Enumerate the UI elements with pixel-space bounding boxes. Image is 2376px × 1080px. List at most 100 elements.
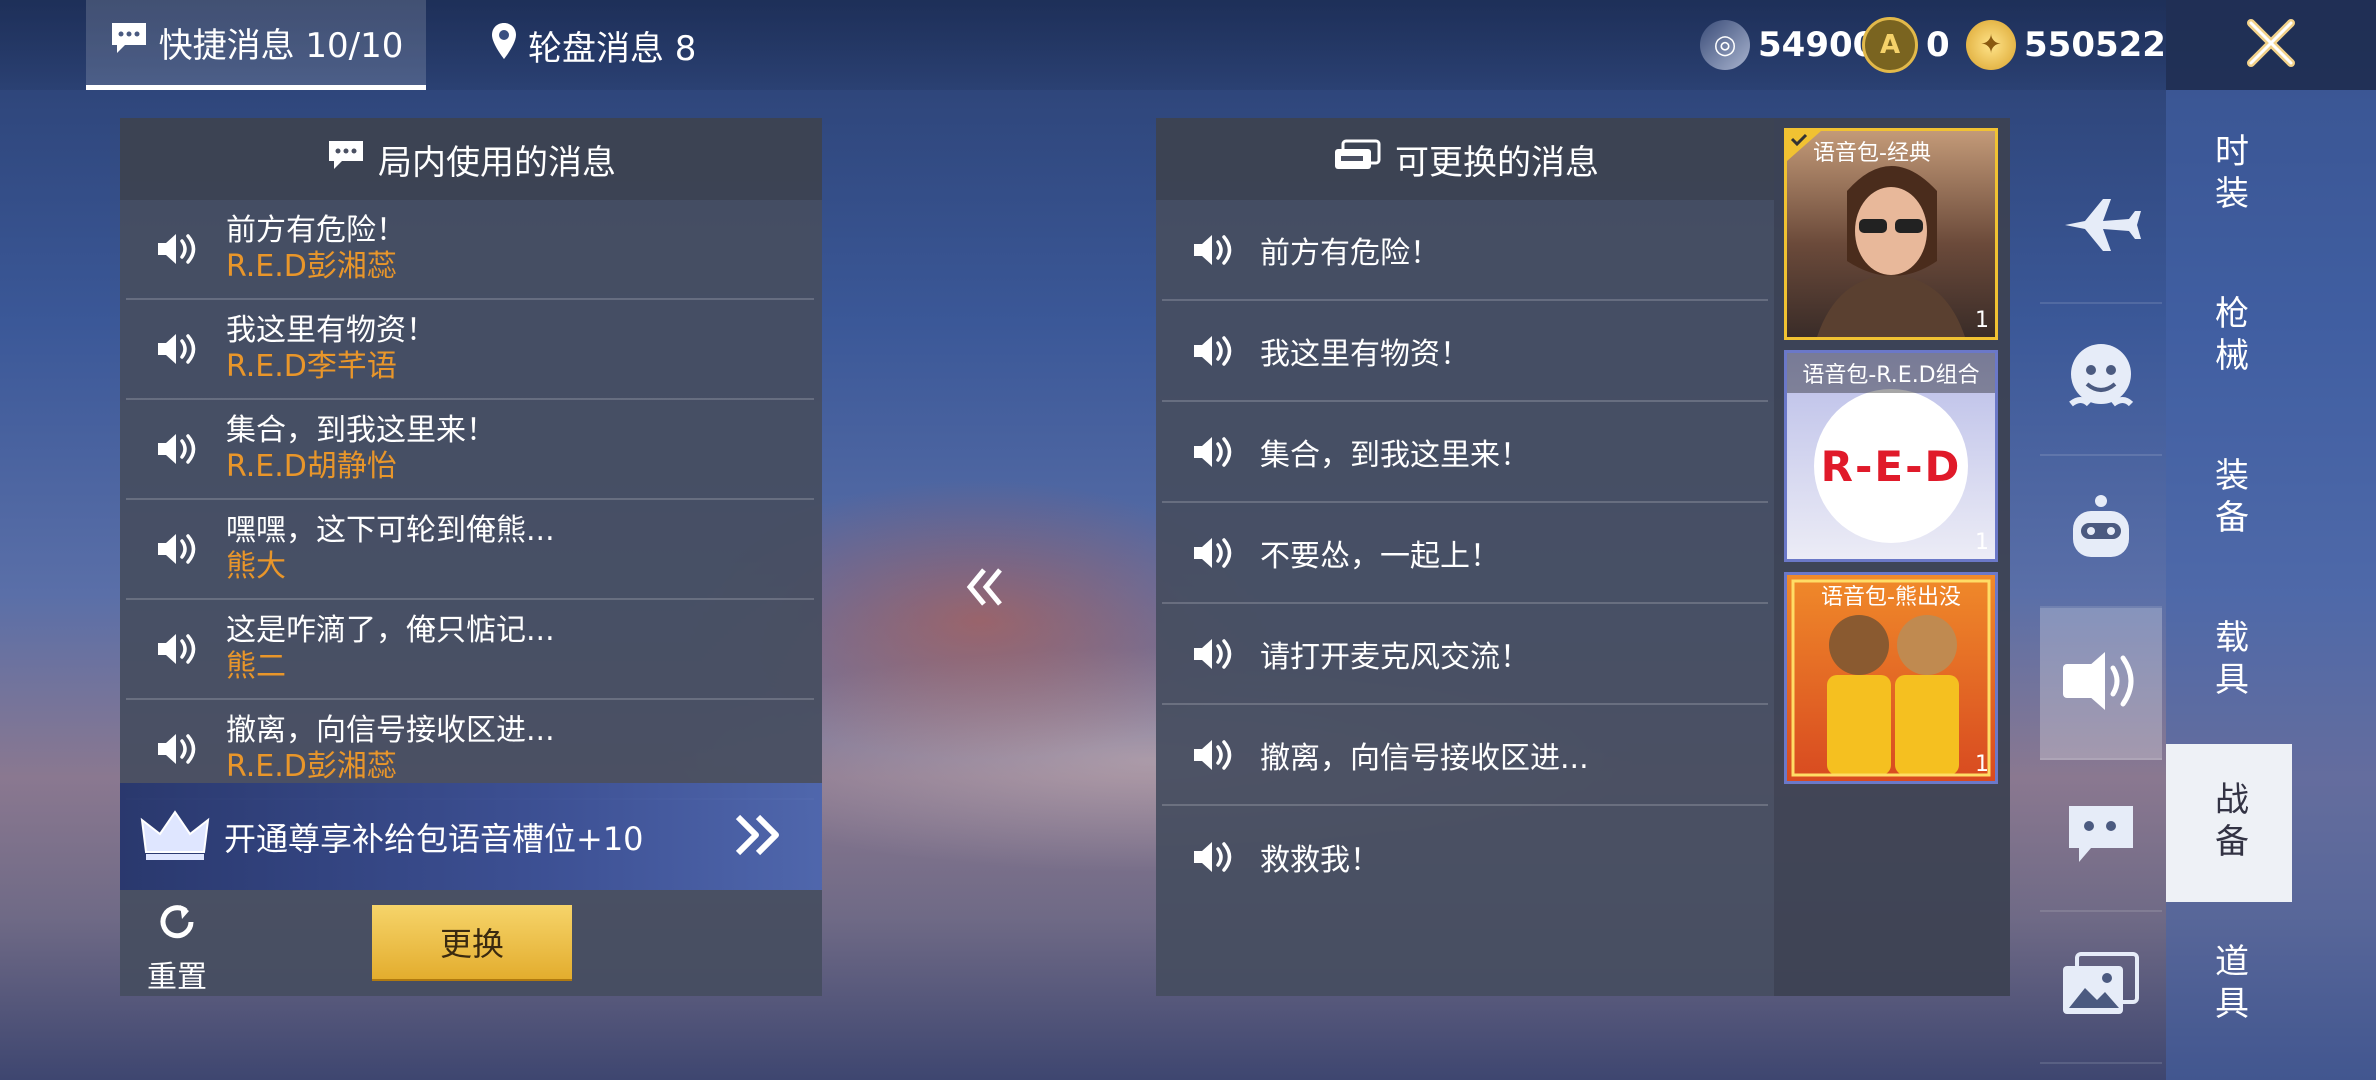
speaker-icon[interactable] (1184, 533, 1244, 573)
message-source: R.E.D彭湘蕊 (226, 749, 397, 784)
list-item[interactable]: 我这里有物资！ (1162, 301, 1768, 402)
list-item[interactable]: 救救我！ (1162, 806, 1768, 907)
ag-currency: A 0 (1862, 17, 1950, 73)
list-item[interactable]: 请打开麦克风交流！ (1162, 604, 1768, 705)
sub-tab-chat[interactable] (2040, 760, 2162, 912)
sub-tab-robot[interactable] (2040, 456, 2162, 608)
list-item[interactable]: 撤离，向信号接收区进... (1162, 705, 1768, 806)
message-text: 前方有危险！ (226, 213, 406, 248)
close-icon (2241, 13, 2301, 77)
list-item[interactable]: 集合，到我这里来！ (1162, 402, 1768, 503)
speaker-icon[interactable] (1184, 331, 1244, 371)
gold-coin-icon: ✦ (1966, 20, 2016, 70)
chat-bubble-icon (326, 138, 366, 181)
promo-text: 开通尊享补给包语音槽位+10 (224, 819, 644, 858)
replaceable-messages-header: 可更换的消息 (1156, 118, 1774, 200)
list-item[interactable]: 这是咋滴了，俺只惦记... 熊二 (126, 600, 814, 700)
voice-pack-boonie-bears[interactable]: 语音包-熊出没 1 (1784, 572, 1998, 784)
voice-pack-count: 1 (1975, 308, 1989, 333)
sub-tab-gallery[interactable] (2040, 912, 2162, 1064)
checkmark-icon (1787, 131, 1821, 165)
category-gear[interactable]: 装备 (2166, 420, 2292, 578)
location-pin-icon (490, 21, 518, 70)
gold-amount: 550522 (2024, 25, 2166, 65)
voice-pack-count: 1 (1975, 530, 1989, 555)
speaker-icon (2059, 646, 2143, 720)
plane-icon (2061, 195, 2141, 259)
sub-category-column (2040, 152, 2162, 1080)
category-menu: 时装 枪械 装备 载具 战备 道具 (2166, 90, 2376, 1080)
message-text: 撤离，向信号接收区进... (1260, 740, 1589, 776)
gallery-icon (2059, 950, 2143, 1024)
voice-pack-label: 语音包-R.E.D组合 (1787, 353, 1995, 393)
message-text: 不要怂，一起上！ (1260, 538, 1500, 574)
category-battle-prep[interactable]: 战备 (2166, 744, 2292, 902)
voice-pack-label: 语音包-熊出没 (1821, 585, 1961, 610)
list-item[interactable]: 我这里有物资！ R.E.D李芊语 (126, 300, 814, 400)
list-item[interactable]: 前方有危险！ R.E.D彭湘蕊 (126, 200, 814, 300)
silver-currency: ◎ 54900 (1700, 18, 1876, 72)
ag-amount: 0 (1926, 25, 1950, 65)
swap-label: 更换 (439, 925, 504, 963)
list-item[interactable]: 集合，到我这里来！ R.E.D胡静怡 (126, 400, 814, 500)
replaceable-messages-panel: 可更换的消息 前方有危险！ 我这里有物资！ 集合，到我这里来！ 不要怂，一起上！… (1156, 118, 1774, 996)
message-text: 这是咋滴了，俺只惦记... (226, 613, 555, 648)
category-vehicles[interactable]: 载具 (2166, 582, 2292, 740)
speaker-icon[interactable] (148, 229, 208, 269)
sub-tab-voice[interactable] (2040, 608, 2162, 760)
message-source: 熊大 (226, 549, 286, 584)
message-text: 前方有危险！ (1260, 235, 1440, 271)
speaker-icon[interactable] (148, 329, 208, 369)
in-game-messages-title: 局内使用的消息 (378, 142, 616, 183)
speaker-icon[interactable] (1184, 230, 1244, 270)
message-text: 撤离，向信号接收区进... (226, 713, 555, 748)
list-item[interactable]: 不要怂，一起上！ (1162, 503, 1768, 604)
speaker-icon[interactable] (1184, 634, 1244, 674)
message-source: 熊二 (226, 649, 286, 684)
message-source: R.E.D李芊语 (226, 349, 397, 384)
refresh-icon (154, 905, 200, 952)
category-weapons[interactable]: 枪械 (2166, 258, 2292, 416)
speaker-icon[interactable] (148, 729, 208, 769)
sub-tab-plane[interactable] (2040, 152, 2162, 304)
speaker-icon[interactable] (148, 529, 208, 569)
voice-pack-count: 1 (1975, 752, 1989, 777)
double-chevron-right-icon[interactable] (732, 813, 782, 861)
close-button[interactable] (2166, 0, 2376, 90)
speaker-icon[interactable] (148, 429, 208, 469)
voice-pack-red[interactable]: R-E-D 语音包-R.E.D组合 1 (1784, 350, 1998, 562)
message-source: R.E.D胡静怡 (226, 449, 397, 484)
swap-button[interactable]: 更换 (372, 905, 572, 979)
message-text: 集合，到我这里来！ (1260, 437, 1530, 473)
message-text: 我这里有物资！ (1260, 336, 1470, 372)
premium-promo-banner[interactable]: 开通尊享补给包语音槽位+10 (120, 783, 822, 890)
message-source: R.E.D彭湘蕊 (226, 249, 397, 284)
voice-pack-list[interactable]: 语音包-经典 1 R-E-D 语音包-R.E.D组合 1 语音包-熊出没 1 (1774, 118, 2010, 996)
tab-wheel-messages-label: 轮盘消息 8 (528, 28, 697, 69)
category-items[interactable]: 道具 (2166, 906, 2292, 1064)
list-item[interactable]: 前方有危险！ (1162, 200, 1768, 301)
speaker-icon[interactable] (1184, 837, 1244, 877)
tab-quick-messages[interactable]: 快捷消息 10/10 (86, 0, 426, 90)
speaker-icon[interactable] (1184, 432, 1244, 472)
message-text: 请打开麦克风交流！ (1260, 639, 1530, 675)
silver-coin-icon: ◎ (1700, 20, 1750, 70)
reset-button[interactable]: 重置 (142, 900, 212, 996)
double-chevron-left-icon[interactable] (966, 566, 1006, 612)
list-item[interactable]: 嘿嘿，这下可轮到俺熊... 熊大 (126, 500, 814, 600)
speaker-icon[interactable] (148, 629, 208, 669)
speaker-icon[interactable] (1184, 735, 1244, 775)
sub-tab-emote[interactable] (2040, 304, 2162, 456)
message-text: 集合，到我这里来！ (226, 413, 496, 448)
message-swap-icon (1331, 137, 1383, 182)
robot-icon (2061, 491, 2141, 571)
ag-coin-icon: A (1862, 17, 1918, 73)
in-game-messages-header: 局内使用的消息 (120, 118, 822, 200)
replaceable-message-list[interactable]: 前方有危险！ 我这里有物资！ 集合，到我这里来！ 不要怂，一起上！ 请打开麦克风… (1162, 200, 1768, 907)
chat-bubble-icon (2061, 798, 2141, 872)
voice-pack-classic[interactable]: 语音包-经典 1 (1784, 128, 1998, 340)
tab-quick-messages-label: 快捷消息 10/10 (158, 26, 404, 66)
category-fashion[interactable]: 时装 (2166, 96, 2292, 254)
tab-wheel-messages[interactable]: 轮盘消息 8 (490, 0, 696, 90)
emote-face-icon (2061, 338, 2141, 420)
